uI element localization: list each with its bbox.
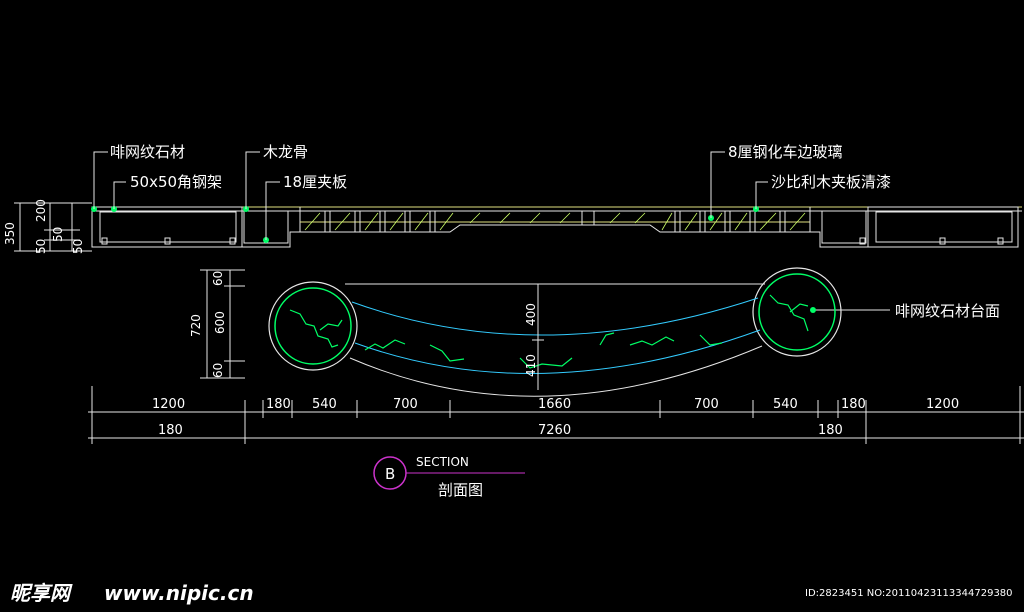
watermark-id: ID:2823451 NO:20110423113344729380 <box>805 588 1013 599</box>
dim-row1-0: 1200 <box>152 397 185 412</box>
dim-row1-5: 700 <box>694 397 719 412</box>
dim-row2-0: 180 <box>158 423 183 438</box>
stone-veins <box>289 294 809 369</box>
label-wood-keel: 木龙骨 <box>263 143 308 161</box>
dim-60-bottom: 60 <box>211 363 225 378</box>
dim-400: 400 <box>524 303 538 326</box>
label-stone: 啡网纹石材 <box>110 143 185 161</box>
label-plywood: 18厘夹板 <box>283 173 347 191</box>
dim-60-top: 60 <box>211 271 225 286</box>
dim-row1-3: 700 <box>393 397 418 412</box>
watermark-logo: 昵享网 <box>10 581 73 605</box>
dim-row1-6: 540 <box>773 397 798 412</box>
dim-50b: 50 <box>51 227 65 242</box>
dim-row2-1: 7260 <box>538 423 571 438</box>
dim-50c: 50 <box>71 239 85 254</box>
label-sapele: 沙比利木夹板清漆 <box>771 173 891 191</box>
dim-row1-1: 180 <box>266 397 291 412</box>
dim-600: 600 <box>213 311 227 334</box>
label-stone-top: 啡网纹石材台面 <box>895 302 1000 320</box>
dim-350: 350 <box>3 222 17 245</box>
dim-row1-4: 1660 <box>538 397 571 412</box>
dim-720: 720 <box>189 314 203 337</box>
dim-row1-7: 180 <box>841 397 866 412</box>
cad-section-drawing: 350 200 50 50 50 60 720 600 60 400 410 1… <box>3 143 1024 605</box>
dim-row1-8: 1200 <box>926 397 959 412</box>
label-glass: 8厘钢化车边玻璃 <box>728 143 843 161</box>
dim-50a: 50 <box>34 239 48 254</box>
dim-410: 410 <box>524 354 538 377</box>
dim-row-2: 180 7260 180 <box>158 423 843 438</box>
label-steel-frame: 50x50角钢架 <box>130 173 222 191</box>
dim-200: 200 <box>34 199 48 222</box>
dim-row2-2: 180 <box>818 423 843 438</box>
dim-row1-2: 540 <box>312 397 337 412</box>
section-letter: B <box>385 465 395 483</box>
elevation-strip <box>91 206 1022 248</box>
plan-view <box>268 267 842 397</box>
section-title: 剖面图 <box>438 481 483 499</box>
section-word: SECTION <box>416 455 469 469</box>
watermark-url: www.nipic.cn <box>104 581 254 605</box>
